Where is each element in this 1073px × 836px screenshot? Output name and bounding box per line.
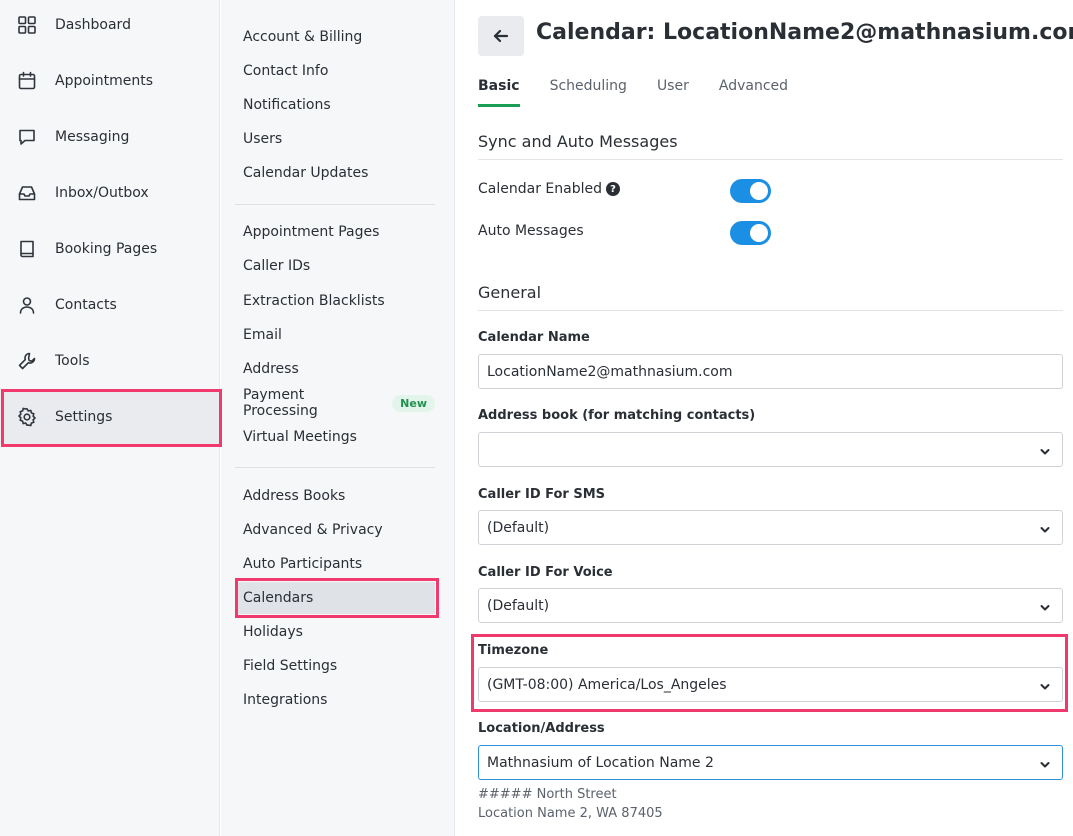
nav-label: Contacts — [55, 297, 117, 313]
gear-icon — [17, 407, 37, 427]
chevron-down-icon — [1040, 601, 1050, 611]
help-icon[interactable]: ? — [605, 182, 620, 196]
arrow-left-icon — [493, 29, 509, 43]
settings-item-caller-ids[interactable]: Caller IDs — [235, 250, 435, 282]
location-value: Mathnasium of Location Name 2 — [487, 754, 714, 771]
nav-label: Appointments — [55, 73, 154, 89]
nav-item-inbox-outbox[interactable]: Inbox/Outbox — [0, 166, 220, 220]
settings-item-address-books[interactable]: Address Books — [235, 480, 435, 512]
settings-item-account-billing[interactable]: Account & Billing — [235, 21, 435, 53]
chevron-down-icon — [1040, 680, 1050, 690]
nav-label: Messaging — [55, 129, 130, 145]
calendar-name-input[interactable]: LocationName2@mathnasium.com — [478, 354, 1063, 389]
location-select[interactable]: Mathnasium of Location Name 2 — [478, 745, 1063, 780]
tab-scheduling[interactable]: Scheduling — [550, 74, 627, 107]
settings-item-holidays[interactable]: Holidays — [235, 616, 435, 648]
nav-label: Booking Pages — [55, 241, 158, 257]
settings-item-payment-processing[interactable]: Payment Processing New — [235, 387, 435, 419]
calendar-settings-panel: Calendar: LocationName2@mathnasium.com B… — [456, 0, 1073, 836]
address-line-1: ##### North Street — [478, 787, 617, 802]
chevron-down-icon — [1040, 523, 1050, 533]
nav-item-booking-pages[interactable]: Booking Pages — [0, 222, 220, 276]
nav-label: Tools — [55, 353, 90, 369]
settings-item-address[interactable]: Address — [235, 353, 435, 385]
settings-item-integrations[interactable]: Integrations — [235, 684, 435, 716]
settings-item-field-settings[interactable]: Field Settings — [235, 650, 435, 682]
auto-messages-toggle[interactable] — [730, 221, 771, 245]
address-book-select[interactable] — [478, 432, 1063, 467]
tab-user[interactable]: User — [657, 74, 689, 107]
address-line-2: Location Name 2, WA 87405 — [478, 806, 663, 821]
location-label: Location/Address — [478, 721, 605, 736]
inbox-icon — [17, 183, 37, 203]
chevron-down-icon — [1040, 445, 1050, 455]
caller-id-sms-label: Caller ID For SMS — [478, 487, 606, 502]
nav-label: Inbox/Outbox — [55, 185, 149, 201]
nav-item-messaging[interactable]: Messaging — [0, 110, 220, 164]
calendar-enabled-label: Calendar Enabled ? — [478, 181, 620, 197]
timezone-value: (GMT-08:00) America/Los_Angeles — [487, 676, 727, 693]
wrench-icon — [17, 351, 37, 371]
caller-id-voice-label: Caller ID For Voice — [478, 565, 613, 580]
new-badge: New — [392, 394, 435, 412]
calendar-icon — [17, 71, 37, 91]
section-heading-sync: Sync and Auto Messages — [478, 132, 678, 151]
timezone-select[interactable]: (GMT-08:00) America/Los_Angeles — [478, 667, 1063, 702]
caller-id-sms-value: (Default) — [487, 519, 550, 536]
nav-item-dashboard[interactable]: Dashboard — [0, 0, 220, 52]
tab-basic[interactable]: Basic — [478, 74, 520, 107]
tab-bar: Basic Scheduling User Advanced — [478, 74, 818, 107]
tab-advanced[interactable]: Advanced — [719, 74, 788, 107]
calendar-name-value: LocationName2@mathnasium.com — [487, 363, 733, 380]
settings-item-calendars[interactable]: Calendars — [235, 582, 435, 614]
settings-item-extraction-blacklists[interactable]: Extraction Blacklists — [235, 285, 435, 317]
address-book-label: Address book (for matching contacts) — [478, 408, 756, 423]
settings-item-advanced-privacy[interactable]: Advanced & Privacy — [235, 514, 435, 546]
nav-item-appointments[interactable]: Appointments — [0, 54, 220, 108]
settings-item-email[interactable]: Email — [235, 319, 435, 351]
settings-item-virtual-meetings[interactable]: Virtual Meetings — [235, 421, 435, 453]
nav-label: Settings — [55, 409, 113, 425]
settings-item-users[interactable]: Users — [235, 123, 435, 155]
back-button[interactable] — [478, 16, 524, 56]
settings-item-notifications[interactable]: Notifications — [235, 89, 435, 121]
menu-divider — [235, 467, 435, 468]
calendar-enabled-text: Calendar Enabled — [478, 181, 602, 197]
timezone-label: Timezone — [478, 643, 549, 658]
person-icon — [17, 295, 37, 315]
caller-id-voice-select[interactable]: (Default) — [478, 588, 1063, 623]
message-icon — [17, 127, 37, 147]
main-nav: Dashboard Appointments Messaging Inbox/O… — [0, 0, 220, 836]
nav-label: Dashboard — [55, 17, 131, 33]
toggle-knob — [750, 224, 768, 242]
toggle-knob — [750, 182, 768, 200]
auto-messages-label: Auto Messages — [478, 223, 584, 239]
nav-item-tools[interactable]: Tools — [0, 334, 220, 388]
chevron-down-icon — [1040, 758, 1050, 768]
settings-menu: Account & Billing Contact Info Notificat… — [221, 0, 455, 836]
caller-id-voice-value: (Default) — [487, 597, 550, 614]
calendar-name-label: Calendar Name — [478, 330, 590, 345]
page-title: Calendar: LocationName2@mathnasium.com — [536, 20, 1073, 45]
section-divider — [478, 310, 1063, 311]
settings-item-contact-info[interactable]: Contact Info — [235, 55, 435, 87]
settings-item-label: Payment Processing — [243, 387, 318, 419]
menu-divider — [235, 204, 435, 205]
nav-item-settings[interactable]: Settings — [0, 390, 220, 444]
section-heading-general: General — [478, 283, 542, 302]
calendar-enabled-toggle[interactable] — [730, 179, 771, 203]
nav-item-contacts[interactable]: Contacts — [0, 278, 220, 332]
dashboard-icon — [17, 15, 37, 35]
book-icon — [17, 239, 37, 259]
caller-id-sms-select[interactable]: (Default) — [478, 510, 1063, 545]
settings-item-auto-participants[interactable]: Auto Participants — [235, 548, 435, 580]
settings-item-appointment-pages[interactable]: Appointment Pages — [235, 216, 435, 248]
section-divider — [478, 159, 1063, 160]
settings-item-calendar-updates[interactable]: Calendar Updates — [235, 157, 435, 189]
